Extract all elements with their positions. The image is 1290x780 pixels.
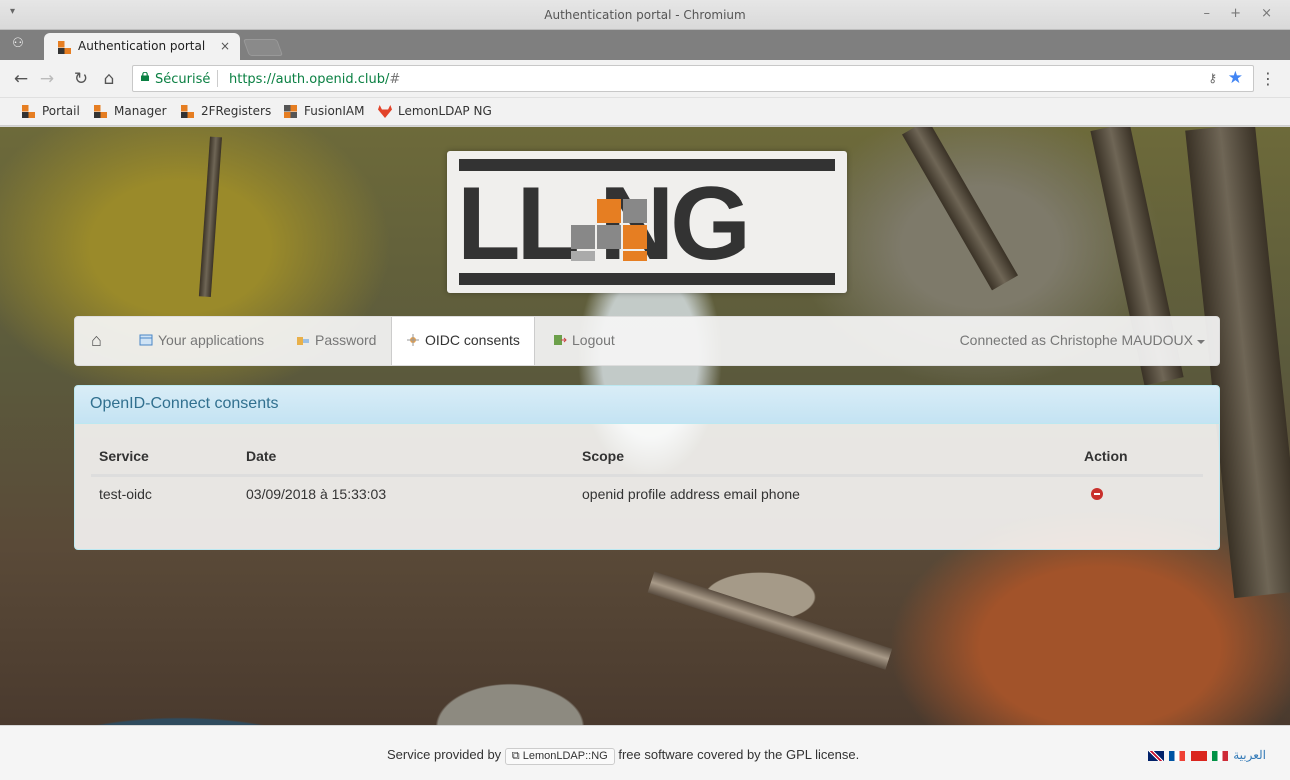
- lemonldap-favicon-icon: [94, 105, 107, 118]
- secure-label: Sécurisé: [155, 72, 211, 87]
- lemonldap-favicon-icon: [22, 105, 35, 118]
- window-title: Authentication portal - Chromium: [544, 8, 746, 22]
- footer-text: Service provided by ⧉ LemonLDAP::NG free…: [387, 747, 859, 765]
- nav-logout[interactable]: Logout: [553, 317, 615, 365]
- column-header-service: Service: [99, 448, 149, 464]
- column-header-date: Date: [246, 448, 277, 464]
- lemonldap-favicon-icon: [58, 41, 71, 54]
- fusioniam-favicon-icon: [284, 105, 297, 118]
- forward-arrow-icon[interactable]: →: [36, 69, 58, 89]
- bookmark-star-icon[interactable]: ★: [1228, 68, 1243, 88]
- address-bar[interactable]: Sécurisé https://auth.openid.club/# ⚷ ★: [132, 65, 1254, 92]
- oidc-consents-panel: OpenID-Connect consents Service Date Sco…: [74, 385, 1220, 550]
- language-selector: العربية: [1147, 748, 1266, 762]
- bookmarks-bar: Portail Manager 2FRegisters FusionIAM Le…: [0, 98, 1290, 126]
- bookmark-portail[interactable]: Portail: [22, 104, 80, 118]
- lock-icon: [141, 72, 149, 81]
- applications-icon: [139, 334, 153, 346]
- window-titlebar: ▾ Authentication portal - Chromium – + ×: [0, 0, 1290, 30]
- french-flag-icon[interactable]: [1169, 750, 1186, 761]
- browser-toolbar: ← → ↻ ⌂ Sécurisé https://auth.openid.clu…: [0, 60, 1290, 98]
- cell-date: 03/09/2018 à 15:33:03: [246, 486, 387, 502]
- consents-table: Service Date Scope Action test-oidc 03/0…: [91, 444, 1203, 510]
- new-tab-button[interactable]: [242, 39, 284, 56]
- tree-trunk: [902, 127, 1018, 291]
- lemonldap-favicon-icon: [181, 105, 194, 118]
- back-arrow-icon[interactable]: ←: [10, 69, 32, 89]
- page-background: LL NG ⌂ Your applications Password OIDC …: [0, 127, 1290, 725]
- oidc-consent-icon: [407, 334, 419, 346]
- cell-service: test-oidc: [99, 486, 152, 502]
- tab-strip: ⚇ Authentication portal ×: [0, 30, 1290, 60]
- lemonldap-link-button[interactable]: ⧉ LemonLDAP::NG: [504, 748, 615, 765]
- tab-authentication-portal[interactable]: Authentication portal ×: [44, 33, 240, 60]
- page-footer: Service provided by ⧉ LemonLDAP::NG free…: [0, 726, 1290, 780]
- logo-text: LL NG: [457, 166, 751, 282]
- table-header-row: Service Date Scope Action: [91, 444, 1203, 476]
- tab-label: Authentication portal: [78, 39, 206, 53]
- lemonldap-logo: LL NG: [447, 151, 847, 293]
- nav-password[interactable]: Password: [296, 317, 376, 365]
- cell-scope: openid profile address email phone: [582, 486, 800, 502]
- column-header-scope: Scope: [582, 448, 625, 464]
- arabic-language-link[interactable]: العربية: [1233, 748, 1266, 762]
- panel-title: OpenID-Connect consents: [75, 386, 1219, 424]
- incognito-icon: ⚇: [12, 36, 24, 51]
- connected-user-dropdown[interactable]: Connected as Christophe MAUDOUX: [960, 317, 1193, 365]
- tab-close-icon[interactable]: ×: [220, 39, 230, 53]
- url-text[interactable]: https://auth.openid.club/#: [229, 72, 400, 87]
- bookmark-manager[interactable]: Manager: [94, 104, 167, 118]
- chevron-down-icon[interactable]: [1197, 340, 1205, 348]
- delete-consent-icon[interactable]: [1091, 488, 1103, 500]
- bookmark-fusioniam[interactable]: FusionIAM: [284, 104, 365, 118]
- home-nav-icon[interactable]: ⌂: [91, 317, 113, 365]
- window-controls[interactable]: – + ×: [1203, 6, 1280, 21]
- bookmark-2fregisters[interactable]: 2FRegisters: [181, 104, 271, 118]
- vietnamese-flag-icon[interactable]: [1190, 750, 1207, 761]
- browser-menu-icon[interactable]: ⋮: [1260, 69, 1276, 88]
- english-flag-icon[interactable]: [1147, 750, 1164, 761]
- password-icon: [297, 337, 309, 345]
- key-icon[interactable]: ⚷: [1208, 71, 1217, 85]
- table-row: test-oidc 03/09/2018 à 15:33:03 openid p…: [91, 476, 1203, 510]
- logout-icon: [554, 335, 567, 345]
- italian-flag-icon[interactable]: [1211, 750, 1228, 761]
- gitlab-fox-icon: [378, 105, 392, 118]
- nav-your-applications[interactable]: Your applications: [139, 317, 264, 365]
- nav-oidc-consents[interactable]: OIDC consents: [391, 317, 535, 365]
- reload-icon[interactable]: ↻: [70, 69, 92, 89]
- omnibox-separator: [217, 70, 218, 87]
- tree-trunk: [198, 136, 222, 298]
- column-header-action: Action: [1084, 448, 1128, 464]
- fallen-log: [647, 571, 893, 670]
- home-icon[interactable]: ⌂: [98, 69, 120, 89]
- portal-navbar: ⌂ Your applications Password OIDC consen…: [74, 316, 1220, 366]
- bookmark-lemonldap-ng[interactable]: LemonLDAP NG: [378, 104, 492, 118]
